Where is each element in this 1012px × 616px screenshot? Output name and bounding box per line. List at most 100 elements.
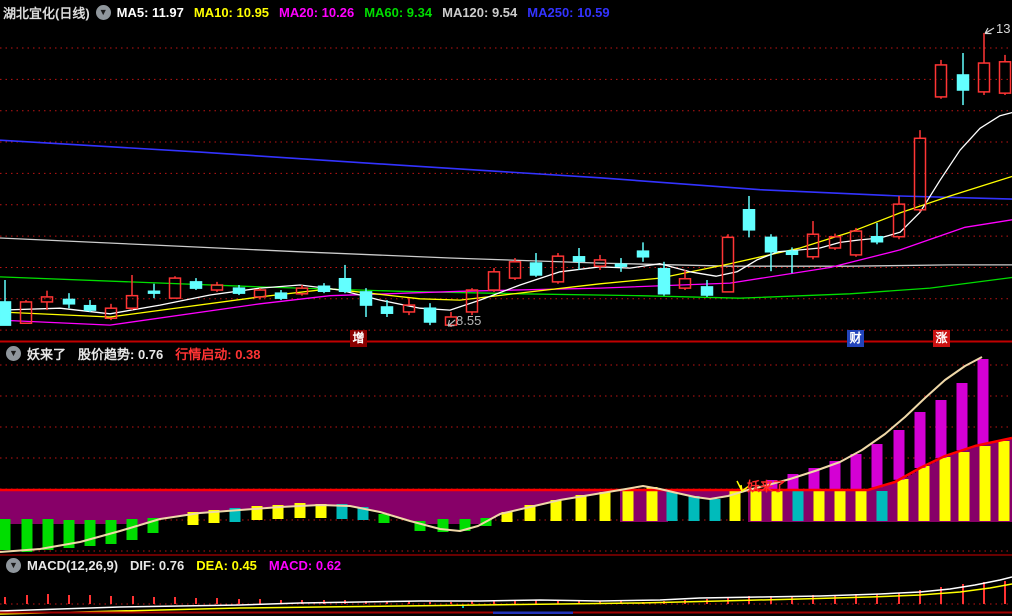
ma10-value: MA10: 10.95 [193,4,270,20]
indicator-bar-below [21,519,33,552]
ma120-value: MA120: 9.54 [442,4,518,20]
candle-down [380,306,394,314]
indicator-bar-below [550,500,562,521]
candle-up [125,294,139,309]
indicator-bar-below [599,492,611,521]
indicator-bar-below [918,466,930,521]
candle-down [700,286,714,296]
signal-marker-zeng: 增 [350,330,367,347]
indicator-bar-below [0,519,11,550]
indicator-bar-above [850,454,862,490]
indicator-bar-below [897,479,909,521]
indicator-panel-header: ▼ 妖来了 股价趋势: 0.76 行情启动: 0.38 [0,345,273,362]
dif-value: DIF: 0.76 [130,558,185,573]
indicator-bar-below [813,491,825,521]
candle-up [892,203,906,238]
high-callout-arrow [984,27,995,35]
indicator-bar-below [939,457,951,521]
ma-line-ma250 [0,139,1012,200]
candle-up [40,296,54,303]
stock-charts-canvas[interactable] [0,0,1012,616]
candle-down [657,267,671,295]
indicator-bar-below [998,441,1010,521]
indicator-bar-below [622,489,634,521]
dea-value: DEA: 0.45 [196,558,257,573]
main-chart-header: 湖北宜化(日线) ▼ MA5: 11.97 MA10: 10.95 MA20: … [0,3,620,21]
candle-down [742,209,756,231]
candle-down [636,250,650,258]
indicator-name: 妖来了 [27,347,67,362]
ma60-value: MA60: 9.34 [364,4,433,20]
ma-line-ma5 [0,111,1012,315]
ma5-value: MA5: 11.97 [116,4,184,20]
candle-down [764,236,778,253]
candle-up [934,64,948,98]
candle-down [62,298,76,305]
indicator-bar-above [977,359,989,445]
macd-panel-header: ▼ MACD(12,26,9) DIF: 0.76 DEA: 0.45 MACD… [0,557,353,574]
indicator-bar-above [893,430,905,480]
indicator-bar-below [646,487,658,521]
indicator-bar-below [876,491,888,521]
collapse-chevron-icon[interactable]: ▼ [6,558,21,573]
ma20-value: MA20: 10.26 [279,4,355,20]
scrollbar-thumb [493,611,573,614]
stock-app-window: 湖北宜化(日线) ▼ MA5: 11.97 MA10: 10.95 MA20: … [0,0,1012,616]
indicator-bar-above [956,383,968,451]
indicator-bar-above [935,400,947,458]
indicator-bar-above [914,412,926,468]
macd-name: MACD(12,26,9) [27,558,119,573]
candle-down [83,304,97,311]
candle-down [785,250,799,256]
dea-line [0,583,1012,615]
candle-up [551,255,565,283]
ma-line-ma10 [0,175,1012,318]
candle-up [678,277,692,289]
candle-up [913,137,927,211]
candle-down [956,74,970,91]
candle-down [870,235,884,243]
candle-up [977,62,991,93]
candle-down [0,301,12,326]
ma-line-ma20 [0,219,1012,326]
candle-up [998,61,1012,94]
price-trend-value: 股价趋势: 0.76 [78,347,164,362]
candle-down [614,263,628,267]
candle-up [508,261,522,279]
candle-down [274,292,288,299]
indicator-bar-below [666,492,678,521]
collapse-chevron-icon[interactable]: ▼ [6,346,21,361]
candle-down [572,256,586,262]
candle-down [338,277,352,293]
stock-title: 湖北宜化(日线) [3,5,90,21]
indicator-bar-below [855,491,867,521]
ma-line-ma120 [0,237,1012,267]
candle-down [189,281,203,289]
indicator-bar-below [42,519,54,550]
market-start-value: 行情启动: 0.38 [175,347,261,362]
indicator-bar-below [688,496,700,521]
indicator-bar-below [792,491,804,521]
candle-down [232,287,246,294]
collapse-chevron-icon[interactable]: ▼ [95,4,111,20]
indicator-bar-below [709,499,721,521]
candle-up [849,230,863,256]
dif-line [0,576,1012,612]
indicator-bar-below [84,520,96,546]
candle-down [147,290,161,294]
indicator-bar-below [575,495,587,521]
indicator-bar-below [958,452,970,521]
candle-down [317,285,331,293]
candle-down [423,307,437,323]
signal-marker-zhang: 涨 [933,330,950,347]
indicator-bar-below [750,491,762,521]
indicator-bar-below [834,491,846,521]
candle-up [487,271,501,291]
indicator-bar-below [771,491,783,521]
lowest-price-label: 8.55 [456,313,482,328]
ma250-value: MA250: 10.59 [527,4,610,20]
highest-price-label: 13 [996,21,1011,36]
signal-marker-cai: 财 [847,330,864,347]
indicator-bar-above [871,444,883,488]
indicator-signal-label: 妖来了 [747,479,787,494]
